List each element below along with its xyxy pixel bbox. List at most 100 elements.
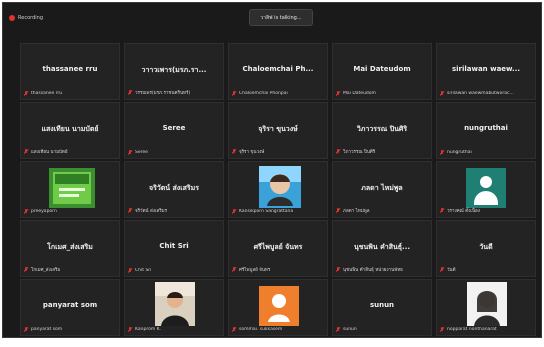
meeting-window: Recording วาสิฟ is talking... thassanee …	[2, 2, 542, 338]
person-photo-icon	[467, 282, 507, 326]
recording-indicator[interactable]: Recording	[9, 12, 43, 24]
participant-tile[interactable]: sirilawan waew... sirilawan waewmabutwor…	[436, 43, 536, 100]
participant-tile[interactable]: ภลดา ไหม่พูล ภลดา ไหม่พูล	[332, 161, 432, 218]
participant-tile[interactable]: โกเมศ_ส่งเสริม โกเมศ_ส่งเสริม	[20, 220, 120, 277]
participant-label-text: นุชนพิน คำสินธุ์ หน่วยงานพัทธ	[343, 268, 403, 273]
participant-label: sirilawan waewmabutworac...	[440, 91, 532, 96]
participant-label: วิภาวรรณ ปินศิริ	[336, 148, 428, 155]
participant-name: วันดี	[479, 243, 493, 251]
participant-tile[interactable]: จุริรา ขุนวงษ์ จุริรา ขุนวงษ์	[228, 102, 328, 159]
participant-label-text: sirilawan waewmabutworac...	[447, 91, 514, 96]
participant-tile[interactable]: ศรีไพบูลย์ จันทร ศรีไพบูลย์ จันทร	[228, 220, 328, 277]
participant-name: ภลดา ไหม่พูล	[361, 184, 403, 192]
participant-photo	[467, 282, 507, 326]
participant-label: preeyaporn	[24, 209, 116, 214]
participant-label: แสงเทียน นามบัตย์	[24, 148, 116, 155]
participant-name: sirilawan waew...	[451, 65, 521, 73]
default-avatar-orange	[259, 286, 299, 326]
mic-muted-icon	[232, 209, 236, 214]
mic-muted-icon	[128, 268, 132, 273]
participant-tile[interactable]: วันดี วันดี	[436, 220, 536, 277]
mic-muted-icon	[128, 90, 132, 95]
mic-muted-icon	[336, 267, 340, 272]
participant-label-text: Kansikporn Sangrattana	[239, 209, 294, 214]
participant-tile[interactable]: วรางคณ์ ตั้งเนื่อง	[436, 161, 536, 218]
participant-tile[interactable]: sunun sunun	[332, 279, 432, 336]
mic-muted-icon	[232, 267, 236, 272]
active-speaker-banner: วาสิฟ is talking...	[249, 9, 313, 26]
mic-muted-icon	[24, 149, 28, 154]
participant-tile[interactable]: nungruthai nungruthai	[436, 102, 536, 159]
mic-muted-icon	[336, 327, 340, 332]
participant-label: Mai Dateudom	[336, 91, 428, 96]
participant-label-text: วรรณพร(มรภ.ราชนครินทร์)	[135, 91, 191, 96]
participant-tile[interactable]: sommai. sukkasem	[228, 279, 328, 336]
participant-tile[interactable]: แสงเทียน นามบัตย์ แสงเทียน นามบัตย์	[20, 102, 120, 159]
participant-name: จริวัตน์ ส่งเสริมร	[148, 184, 200, 192]
participant-name: แสงเทียน นามบัตย์	[41, 125, 99, 133]
participant-tile[interactable]: thassanee rru thassanee rru	[20, 43, 120, 100]
participant-label-text: Seree	[135, 150, 148, 155]
participant-tile[interactable]: จริวัตน์ ส่งเสริมร จริวัตน์ ส่งเสริมร	[124, 161, 224, 218]
participant-tile[interactable]: preeyaporn	[20, 161, 120, 218]
default-avatar	[466, 168, 506, 208]
participant-name: วาาวเพาร(มรภ.รา...	[141, 66, 207, 74]
participant-label-text: preeyaporn	[31, 209, 57, 214]
participant-label-text: thassanee rru	[31, 91, 63, 96]
participant-label: ศรีไพบูลย์ จันทร	[232, 266, 324, 273]
participant-label: sunun	[336, 327, 428, 332]
participant-tile[interactable]: Kansikporn Sangrattana	[228, 161, 328, 218]
participant-name: Chaloemchai Ph...	[242, 65, 314, 73]
avatar-body-icon	[474, 191, 498, 205]
participant-tile[interactable]: Chaloemchai Ph... Chaloemchai Phonpai	[228, 43, 328, 100]
participant-tile[interactable]: นุชนพิน คำสินธุ์... นุชนพิน คำสินธุ์ หน่…	[332, 220, 432, 277]
participant-label-text: nopparat nonthanarat	[447, 327, 497, 332]
participant-tile[interactable]: nopparat nonthanarat	[436, 279, 536, 336]
participant-label: นุชนพิน คำสินธุ์ หน่วยงานพัทธ	[336, 266, 428, 273]
participant-label: วรรณพร(มรภ.ราชนครินทร์)	[128, 89, 220, 96]
participant-name: thassanee rru	[42, 65, 98, 73]
mic-muted-icon	[128, 327, 132, 332]
avatar-icon	[259, 286, 299, 326]
participant-label-text: วรางคณ์ ตั้งเนื่อง	[447, 209, 480, 214]
participant-label: วรางคณ์ ตั้งเนื่อง	[440, 207, 532, 214]
participant-label: nungruthai	[440, 150, 532, 155]
mic-muted-icon	[336, 91, 340, 96]
participant-name: sunun	[369, 301, 395, 309]
participant-name: nungruthai	[464, 124, 508, 132]
person-photo-icon	[259, 166, 301, 208]
participant-label: thassanee rru	[24, 91, 116, 96]
mic-muted-icon	[440, 267, 444, 272]
participant-tile[interactable]: Mai Dateudom Mai Dateudom	[332, 43, 432, 100]
mic-muted-icon	[232, 91, 236, 96]
participant-label: โกเมศ_ส่งเสริม	[24, 266, 116, 273]
participant-name: ศรีไพบูลย์ จันทร	[253, 243, 303, 251]
mic-muted-icon	[24, 209, 28, 214]
participant-tile[interactable]: วาาวเพาร(มรภ.รา... วรรณพร(มรภ.ราชนครินทร…	[124, 43, 224, 100]
participant-label: จริวัตน์ ส่งเสริมร	[128, 207, 220, 214]
video-still-icon	[49, 168, 95, 208]
participant-tile[interactable]: panyarat som panyarat som	[20, 279, 120, 336]
participant-photo	[155, 282, 195, 326]
participant-name: Seree	[162, 124, 186, 132]
participant-label-text: ภลดา ไหม่พูล	[343, 209, 370, 214]
participant-label-text: Chaloemchai Phonpai	[239, 91, 288, 96]
mic-muted-icon	[336, 208, 340, 213]
person-photo-icon	[155, 282, 195, 326]
participant-label-text: nungruthai	[447, 150, 472, 155]
record-dot-icon	[9, 15, 15, 21]
mic-muted-icon	[336, 149, 340, 154]
mic-muted-icon	[232, 327, 236, 332]
participant-label-text: โกเมศ_ส่งเสริม	[31, 268, 61, 273]
mic-muted-icon	[232, 149, 236, 154]
participant-label-text: panyarat som	[31, 327, 63, 332]
participant-grid: thassanee rru thassanee rru วาาวเพาร(มรภ…	[20, 43, 544, 336]
participant-label: Chaloemchai Phonpai	[232, 91, 324, 96]
participant-tile[interactable]: Chit Sri Chit Sri	[124, 220, 224, 277]
participant-name: panyarat som	[42, 301, 98, 309]
participant-tile[interactable]: Kanprom K.	[124, 279, 224, 336]
participant-tile[interactable]: วิภาวรรณ ปินศิริ วิภาวรรณ ปินศิริ	[332, 102, 432, 159]
participant-tile[interactable]: Seree Seree	[124, 102, 224, 159]
participant-label-text: sunun	[343, 327, 357, 332]
mic-muted-icon	[24, 267, 28, 272]
